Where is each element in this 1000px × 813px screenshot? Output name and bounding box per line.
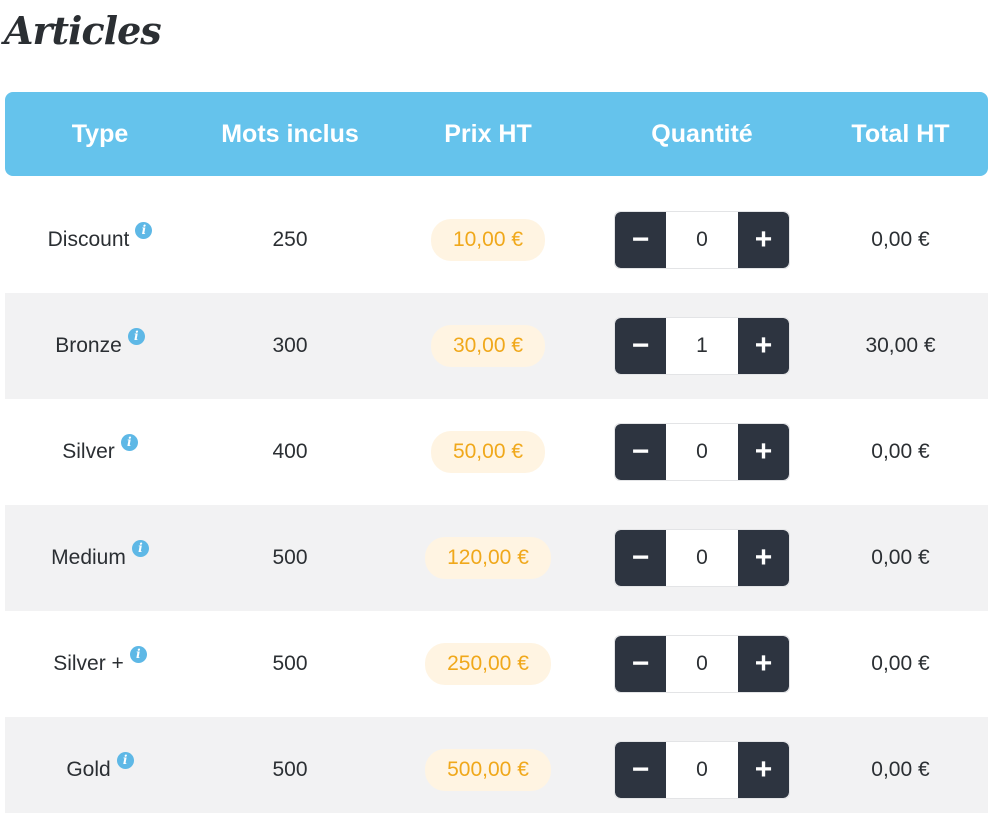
price-cell: 500,00 € (385, 749, 591, 791)
plus-icon: + (754, 435, 773, 468)
total-cell: 30,00 € (865, 334, 936, 357)
type-cell: Bronze i (5, 327, 195, 358)
table-header: Type Mots inclus Prix HT Quantité Total … (5, 92, 988, 176)
type-label: Silver (62, 440, 115, 463)
price-badge: 500,00 € (425, 749, 551, 791)
words-cell: 500 (272, 758, 308, 781)
price-badge: 120,00 € (425, 537, 551, 579)
type-label: Bronze (55, 334, 122, 357)
quantity-input[interactable] (666, 742, 738, 798)
decrement-button[interactable]: − (615, 212, 666, 268)
info-icon[interactable]: i (135, 221, 153, 239)
info-icon[interactable]: i (131, 539, 149, 557)
minus-icon: − (631, 541, 650, 574)
header-type: Type (71, 119, 129, 148)
articles-table: Type Mots inclus Prix HT Quantité Total … (5, 92, 988, 813)
plus-icon: + (754, 647, 773, 680)
increment-button[interactable]: + (738, 742, 789, 798)
price-badge: 250,00 € (425, 643, 551, 685)
quantity-stepper: − + (614, 635, 790, 693)
plus-icon: + (754, 329, 773, 362)
price-cell: 120,00 € (385, 537, 591, 579)
total-cell: 0,00 € (871, 440, 930, 463)
quantity-input[interactable] (666, 530, 738, 586)
decrement-button[interactable]: − (615, 742, 666, 798)
price-cell: 250,00 € (385, 643, 591, 685)
header-words: Mots inclus (221, 119, 359, 148)
increment-button[interactable]: + (738, 636, 789, 692)
minus-icon: − (631, 753, 650, 786)
price-badge: 30,00 € (430, 325, 546, 367)
quantity-stepper: − + (614, 211, 790, 269)
minus-icon: − (631, 223, 650, 256)
info-icon[interactable]: i (129, 645, 147, 663)
type-label: Discount (47, 228, 130, 251)
type-cell: Silver i (5, 433, 195, 464)
table-row: Medium i 500 120,00 € − + 0,00 € (5, 505, 988, 611)
table-body: Discount i 250 10,00 € − + 0,00 € Bronze… (5, 187, 988, 813)
quantity-stepper: − + (614, 741, 790, 799)
header-quantity: Quantité (651, 119, 753, 148)
quantity-stepper: − + (614, 317, 790, 375)
info-icon[interactable]: i (116, 751, 134, 769)
words-cell: 500 (272, 652, 308, 675)
quantity-stepper: − + (614, 529, 790, 587)
words-cell: 300 (272, 334, 308, 357)
quantity-cell: − + (591, 741, 813, 799)
minus-icon: − (631, 647, 650, 680)
header-price: Prix HT (444, 119, 532, 148)
quantity-cell: − + (591, 423, 813, 481)
total-cell: 0,00 € (871, 228, 930, 251)
decrement-button[interactable]: − (615, 424, 666, 480)
decrement-button[interactable]: − (615, 530, 666, 586)
table-row: Silver i 400 50,00 € − + 0,00 € (5, 399, 988, 505)
price-badge: 50,00 € (430, 431, 546, 473)
table-row: Discount i 250 10,00 € − + 0,00 € (5, 187, 988, 293)
type-label: Gold (66, 758, 111, 781)
quantity-cell: − + (591, 211, 813, 269)
type-cell: Silver + i (5, 645, 195, 676)
quantity-input[interactable] (666, 318, 738, 374)
words-cell: 500 (272, 546, 308, 569)
header-total: Total HT (851, 119, 950, 148)
type-label: Silver + (53, 652, 124, 675)
plus-icon: + (754, 541, 773, 574)
type-cell: Discount i (5, 221, 195, 252)
price-cell: 10,00 € (385, 219, 591, 261)
price-badge: 10,00 € (430, 219, 546, 261)
quantity-input[interactable] (666, 636, 738, 692)
type-cell: Gold i (5, 751, 195, 782)
price-cell: 30,00 € (385, 325, 591, 367)
words-cell: 250 (272, 228, 308, 251)
increment-button[interactable]: + (738, 530, 789, 586)
table-row: Silver + i 500 250,00 € − + 0,00 € (5, 611, 988, 717)
type-cell: Medium i (5, 539, 195, 570)
quantity-input[interactable] (666, 212, 738, 268)
increment-button[interactable]: + (738, 318, 789, 374)
minus-icon: − (631, 435, 650, 468)
plus-icon: + (754, 223, 773, 256)
quantity-cell: − + (591, 529, 813, 587)
decrement-button[interactable]: − (615, 318, 666, 374)
increment-button[interactable]: + (738, 212, 789, 268)
increment-button[interactable]: + (738, 424, 789, 480)
quantity-input[interactable] (666, 424, 738, 480)
type-label: Medium (51, 546, 126, 569)
info-icon[interactable]: i (127, 327, 145, 345)
total-cell: 0,00 € (871, 546, 930, 569)
info-icon[interactable]: i (120, 433, 138, 451)
table-row: Gold i 500 500,00 € − + 0,00 € (5, 717, 988, 813)
quantity-cell: − + (591, 635, 813, 693)
words-cell: 400 (272, 440, 308, 463)
page-title: Articles (4, 8, 162, 53)
total-cell: 0,00 € (871, 758, 930, 781)
quantity-stepper: − + (614, 423, 790, 481)
total-cell: 0,00 € (871, 652, 930, 675)
price-cell: 50,00 € (385, 431, 591, 473)
table-row: Bronze i 300 30,00 € − + 30,00 € (5, 293, 988, 399)
decrement-button[interactable]: − (615, 636, 666, 692)
minus-icon: − (631, 329, 650, 362)
plus-icon: + (754, 753, 773, 786)
quantity-cell: − + (591, 317, 813, 375)
